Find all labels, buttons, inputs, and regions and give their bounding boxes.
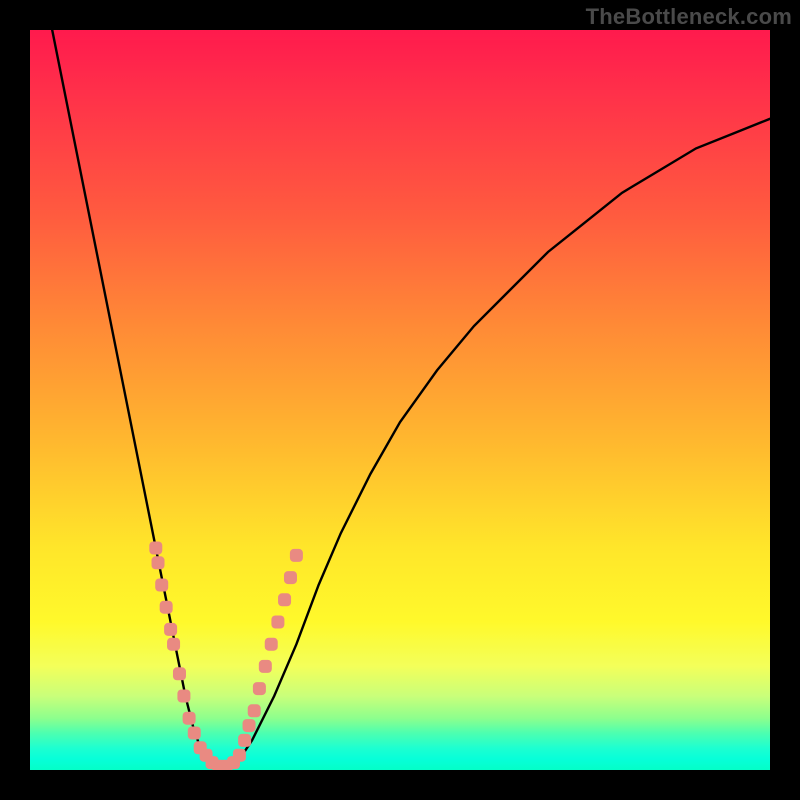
marker-dot (188, 727, 201, 740)
marker-dot (265, 638, 278, 651)
marker-dot (290, 549, 303, 562)
marker-dot (278, 593, 291, 606)
marker-dot (173, 667, 186, 680)
marker-dot (164, 623, 177, 636)
marker-dot (243, 719, 256, 732)
marker-dot (183, 712, 196, 725)
marker-dot (155, 579, 168, 592)
marker-dot (271, 616, 284, 629)
marker-dot (259, 660, 272, 673)
marker-dot (160, 601, 173, 614)
marker-dot (167, 638, 180, 651)
marker-dot (233, 749, 246, 762)
highlight-markers (149, 542, 303, 771)
marker-dot (284, 571, 297, 584)
chart-frame: TheBottleneck.com (0, 0, 800, 800)
marker-dot (152, 556, 165, 569)
watermark-text: TheBottleneck.com (586, 4, 792, 30)
marker-dot (248, 704, 261, 717)
marker-dot (238, 734, 251, 747)
marker-dot (253, 682, 266, 695)
curve-svg (30, 30, 770, 770)
plot-area (30, 30, 770, 770)
bottleneck-curve (52, 30, 770, 770)
marker-dot (149, 542, 162, 555)
marker-dot (177, 690, 190, 703)
